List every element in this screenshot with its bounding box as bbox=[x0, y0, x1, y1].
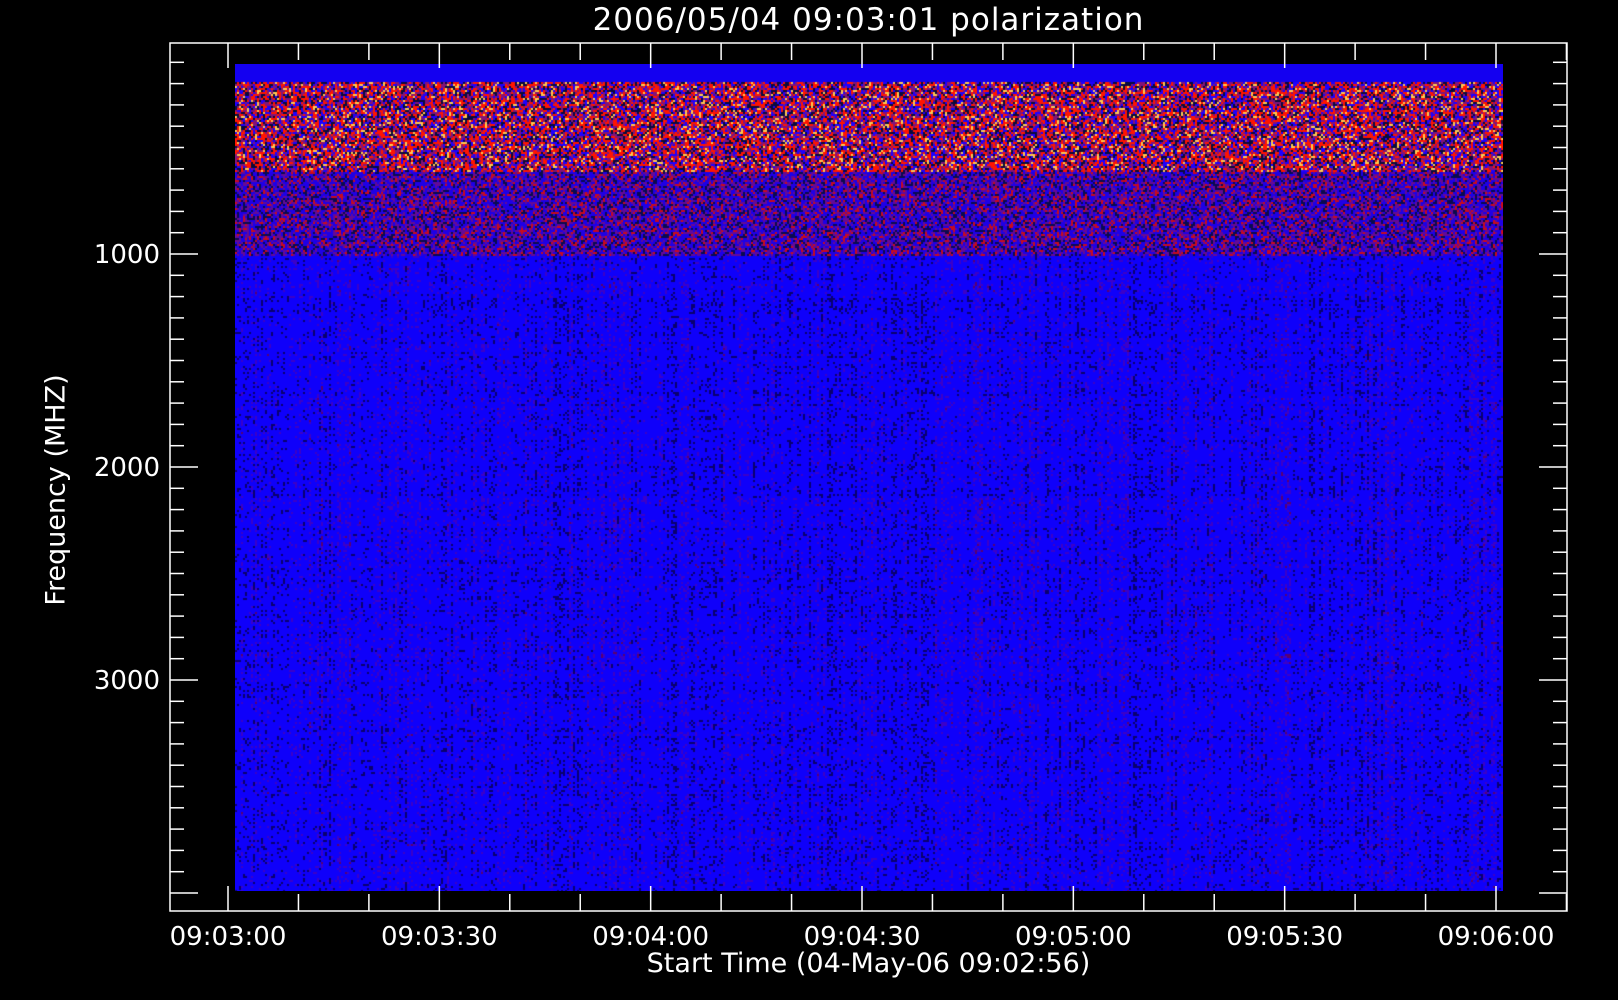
spectrogram-figure: 2006/05/04 09:03:01 polarization 09:03:0… bbox=[0, 0, 1618, 1000]
y-tick-label: 1000 bbox=[94, 240, 160, 270]
y-tick-label: 2000 bbox=[94, 453, 160, 483]
plot-axes: 09:03:00 09:03:30 09:04:00 09:04:30 09:05:00… bbox=[94, 42, 1568, 952]
y-tick-label: 3000 bbox=[94, 666, 160, 696]
y-axis-label: Frequency (MHZ) bbox=[40, 374, 72, 606]
plot-frame bbox=[169, 42, 1568, 912]
x-axis-label: Start Time (04-May-06 09:02:56) bbox=[646, 948, 1091, 979]
